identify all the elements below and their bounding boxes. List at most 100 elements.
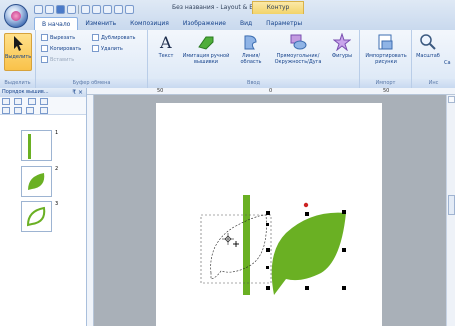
item-number-3: 3 [55,201,59,207]
ruler-label-center: 0 [269,88,273,94]
duplicate-button[interactable]: Дублировать [92,33,136,42]
sewing-item-2[interactable] [21,166,52,197]
hand-embroidery-icon [198,36,214,50]
new-icon[interactable] [34,4,43,14]
zoom-button[interactable]: Масштаб [414,33,442,71]
line-area-label: Линия/область [240,53,262,65]
handle-small-2[interactable] [266,266,269,269]
sort-icon[interactable] [2,98,10,105]
duplicate-icon [92,34,99,41]
move-down-icon[interactable] [14,107,22,114]
redo-icon[interactable] [92,4,101,14]
rect-circle-icon [290,34,307,50]
hand-embroidery-button[interactable]: Имитация ручной вышивки [180,33,232,71]
handle-tc[interactable] [305,212,309,216]
horizontal-ruler: 50 0 50 [87,88,455,95]
import-group: Импортировать рисунки Импорт [360,30,412,88]
paste-icon [41,56,48,63]
embroider-icon[interactable] [114,4,123,14]
handle-bc[interactable] [305,286,309,290]
pin-icon[interactable]: ₹ [72,89,76,96]
selection-bounding-box [200,214,272,284]
magnifier-icon [420,34,436,50]
shapes-label: Фигуры [331,53,353,59]
import-group-label: Импорт [360,79,411,88]
leaf-outline-thumbnail [26,206,46,227]
design-page[interactable] [156,103,382,333]
handle-tr[interactable] [342,210,346,214]
tab-image[interactable]: Изображение [176,17,233,30]
panel-close-button[interactable]: ₹ × [72,88,83,97]
leaf-outline-shape[interactable] [210,214,267,280]
ruler-label-right: 50 [383,88,390,94]
record-icon[interactable] [67,4,76,14]
handle-small-1[interactable] [266,223,269,226]
tab-composition[interactable]: Композиция [123,17,176,30]
tab-edit[interactable]: Изменить [78,17,123,30]
import-image-icon [378,34,393,50]
handle-br[interactable] [342,286,346,290]
ribbon-tabs: В начало Изменить Композиция Изображение… [34,17,309,30]
move-cursor-icon [222,233,239,247]
text-button-label: Текст [158,53,174,59]
ribbon: Выделить Выделить Вырезать Копировать Вс… [0,30,455,88]
save-icon[interactable] [56,4,65,14]
green-line-shape[interactable] [243,195,250,295]
tab-home[interactable]: В начало [34,17,79,30]
zoom-group-label: Инс [412,79,455,88]
group-icon[interactable] [14,98,22,105]
delete-button[interactable]: Удалить [92,44,123,53]
open-icon[interactable] [45,4,54,14]
import-images-button[interactable]: Импортировать рисунки [364,33,408,71]
list-view-icon[interactable] [40,98,48,105]
sewing-item-3[interactable] [21,201,52,232]
duplicate-label: Дублировать [101,34,136,41]
scroll-up-icon[interactable] [448,96,455,103]
qat-separator [78,4,79,14]
rotate-handle[interactable] [303,202,309,208]
pointer-icon[interactable] [40,107,48,114]
tab-parameters[interactable]: Параметры [259,17,309,30]
copy-icon [41,45,48,52]
handle-ml[interactable] [266,248,270,252]
handle-bl[interactable] [266,286,270,290]
tab-view[interactable]: Вид [233,17,259,30]
line-area-button[interactable]: Линия/область [234,33,268,71]
input-group: A Текст Имитация ручной вышивки Линия/об… [148,30,360,88]
clipboard-group: Вырезать Копировать Вставить Дублировать… [36,30,148,88]
handle-mr[interactable] [342,248,346,252]
paste-button[interactable]: Вставить [41,55,74,64]
select-button[interactable]: Выделить [4,33,32,71]
qat-customize-icon[interactable] [125,4,134,14]
zoom-label: Масштаб [416,53,440,59]
application-menu-button[interactable] [4,4,28,28]
cut-button[interactable]: Вырезать [41,33,75,42]
hand-embroidery-label: Имитация ручной вышивки [182,53,230,65]
cut-label: Вырезать [50,34,76,41]
rect-circle-button[interactable]: Прямоугольник/ Окружность/Дуга [270,33,326,71]
close-icon[interactable]: × [78,89,83,96]
design-artwork [200,195,346,295]
copy-button[interactable]: Копировать [41,44,81,53]
move-up-icon[interactable] [2,107,10,114]
leaf-fill-shape[interactable] [271,212,346,295]
color-icon[interactable] [28,98,36,105]
select-group: Выделить Выделить [0,30,36,88]
sewing-item-1[interactable] [21,130,52,161]
delete-label: Удалить [101,45,123,52]
context-tab-contour[interactable]: Контур [252,1,304,14]
text-button[interactable]: A Текст [152,33,180,71]
shapes-button[interactable]: Фигуры [328,33,356,71]
vertical-scrollbar[interactable] [446,95,455,326]
move-first-icon[interactable] [26,107,34,114]
clipboard-group-label: Буфер обмена [36,79,147,88]
panel-toolbar [0,97,86,115]
design-canvas[interactable] [94,95,446,333]
item-number-1: 1 [55,130,59,136]
scroll-thumb[interactable] [448,195,455,215]
preview-icon[interactable] [103,4,112,14]
input-group-label: Ввод [148,79,359,88]
panel-header: Порядок вышив... ₹ × [0,88,86,97]
undo-icon[interactable] [81,4,90,14]
handle-tl[interactable] [266,211,270,215]
